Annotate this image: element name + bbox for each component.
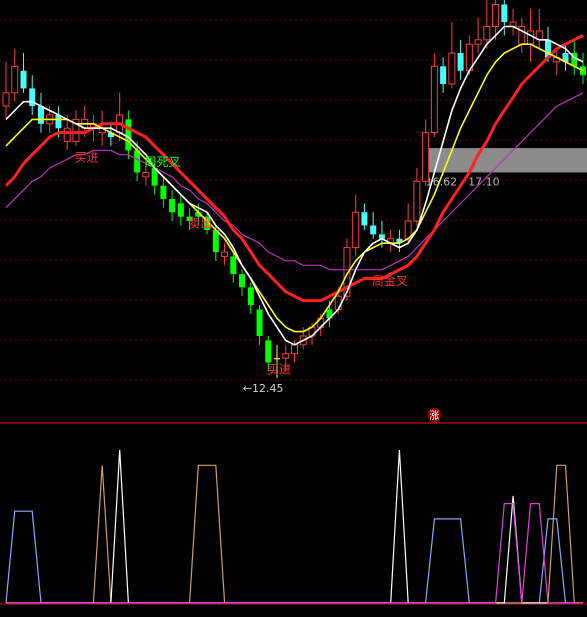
candle-body — [474, 39, 482, 45]
candle-body — [430, 65, 438, 134]
candle-body — [63, 127, 71, 142]
candle-body — [413, 180, 421, 222]
candle-body — [11, 65, 19, 94]
candle-body — [492, 3, 500, 28]
candle-body — [20, 70, 27, 89]
candle-body — [160, 185, 167, 199]
candle-body — [256, 309, 263, 336]
candle-body — [55, 114, 62, 129]
signal-label: 卖出 — [188, 217, 212, 231]
candle-body — [230, 256, 237, 275]
low-price-marker: ←12.45 — [243, 382, 284, 395]
candle-body — [125, 119, 132, 151]
candle-body — [169, 198, 176, 213]
candle-body — [448, 52, 456, 85]
signal-label: 周死叉 — [145, 155, 181, 169]
candle-body — [247, 287, 254, 306]
candlesticks — [2, 0, 586, 378]
candle-body — [291, 344, 298, 355]
candle-body — [501, 4, 508, 23]
candle-body — [221, 251, 229, 257]
candle-body — [352, 211, 360, 249]
candle-body — [483, 26, 491, 41]
annotations: 买进 周死叉卖出周金叉买进←12.45涨 — [75, 150, 442, 422]
stock-chart-window: 16.62 - 17.10 买进 周死叉 卖出 周金叉 买进 ←12.45 涨 — [0, 0, 587, 613]
candle-body — [457, 53, 464, 71]
candle-body — [177, 203, 184, 217]
candle-body — [370, 225, 377, 235]
signal-label: 买进 — [75, 150, 99, 164]
price-band: 16.62 - 17.10 — [423, 148, 587, 188]
chart-canvas: 16.62 - 17.10 买进 周死叉卖出周金叉买进←12.45涨 — [0, 0, 587, 605]
candle-body — [2, 92, 10, 107]
candle-body — [422, 132, 430, 182]
candle-body — [440, 66, 447, 84]
indicator-line — [6, 503, 583, 604]
indicator-line — [6, 449, 583, 604]
candle-body — [334, 295, 342, 310]
indicator-panel — [5, 449, 583, 604]
candle-body — [527, 30, 535, 45]
badge-label: 涨 — [429, 410, 439, 422]
price-grid — [0, 19, 587, 381]
signal-label: 周金叉 — [372, 273, 408, 288]
candle-body — [361, 212, 368, 226]
indicator-line — [6, 464, 583, 604]
candle-body — [274, 358, 281, 360]
candle-body — [282, 353, 290, 359]
candle-body — [142, 171, 150, 178]
candle-body — [265, 340, 272, 363]
signal-label: 买进 — [267, 363, 291, 377]
candle-body — [37, 106, 44, 124]
candle-body — [580, 66, 586, 76]
candle-body — [134, 150, 141, 173]
candle-body — [212, 229, 219, 252]
candle-body — [239, 274, 246, 288]
